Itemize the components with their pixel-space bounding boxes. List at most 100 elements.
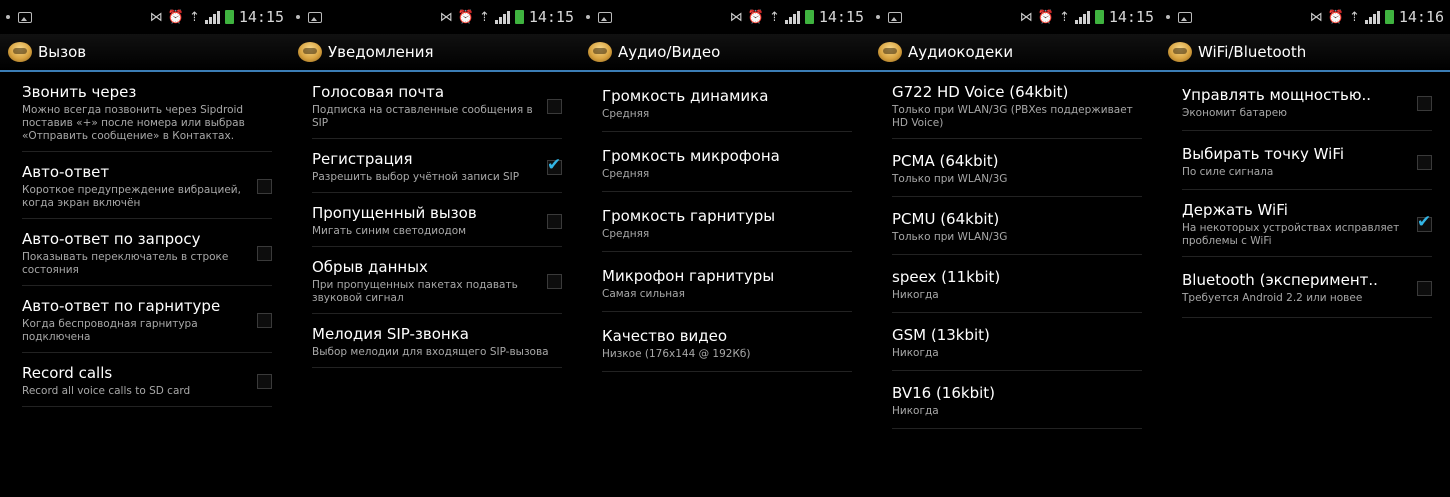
vibrate-icon: ⋈ — [1309, 9, 1323, 25]
wifi-icon: ⇡ — [188, 9, 200, 25]
pref-summary: Короткое предупреждение вибрацией, когда… — [22, 184, 241, 209]
codec-g722[interactable]: G722 HD Voice (64kbit) Только при WLAN/3G… — [892, 72, 1142, 139]
pref-summary: Только при WLAN/3G (PBXes поддерживает H… — [892, 104, 1133, 129]
pref-auto-answer[interactable]: Авто-ответ Короткое предупреждение вибрац… — [22, 152, 272, 219]
notification-dot-icon — [6, 15, 10, 19]
pref-headset-volume[interactable]: Громкость гарнитуры Средняя — [602, 192, 852, 252]
checkbox[interactable] — [257, 246, 272, 261]
wifi-icon: ⇡ — [1348, 9, 1360, 25]
title-bar: Аудио/Видео — [580, 34, 870, 72]
checkbox-checked[interactable] — [547, 155, 562, 175]
pref-title: Авто-ответ — [22, 163, 110, 181]
vibrate-icon: ⋈ — [1019, 9, 1033, 25]
status-bar: ⋈ ⏰ ⇡ 14:15 — [870, 0, 1160, 34]
pref-summary: Можно всегда позвонить через Sipdroid по… — [22, 104, 245, 142]
sipdroid-app-icon — [878, 42, 902, 62]
pref-missed-call[interactable]: Пропущенный вызов Мигать синим светодиодо… — [312, 193, 562, 247]
settings-list: Управлять мощностью.. Экономит батарею Вы… — [1160, 72, 1450, 318]
battery-icon — [224, 10, 234, 24]
sipdroid-app-icon — [1168, 42, 1192, 62]
battery-icon — [514, 10, 524, 24]
pref-summary: Средняя — [602, 168, 650, 180]
status-time: 14:15 — [818, 8, 864, 26]
pref-title: speex (11kbit) — [892, 268, 1001, 286]
checkbox[interactable] — [257, 313, 272, 328]
checkbox[interactable] — [547, 213, 562, 229]
pref-record-calls[interactable]: Record calls Record all voice calls to SD… — [22, 353, 272, 407]
checkbox[interactable] — [257, 373, 272, 389]
pref-sip-ringtone[interactable]: Мелодия SIP-звонка Выбор мелодии для вход… — [312, 314, 562, 368]
checkbox[interactable] — [1417, 154, 1432, 170]
pref-summary: Низкое (176x144 @ 192Кб) — [602, 348, 751, 360]
title-bar: WiFi/Bluetooth — [1160, 34, 1450, 72]
sipdroid-app-icon — [8, 42, 32, 62]
pref-summary: Мигать синим светодиодом — [312, 225, 467, 237]
pref-title: Регистрация — [312, 150, 413, 168]
checkbox[interactable] — [547, 274, 562, 289]
checkbox[interactable] — [1417, 95, 1432, 111]
pref-registration[interactable]: Регистрация Разрешить выбор учётной запис… — [312, 139, 562, 193]
status-time: 14:15 — [1108, 8, 1154, 26]
pref-title: Громкость микрофона — [602, 147, 780, 165]
pref-select-wifi[interactable]: Выбирать точку WiFi По силе сигнала — [1182, 131, 1432, 190]
status-time: 14:16 — [1398, 8, 1444, 26]
alarm-icon: ⏰ — [1037, 9, 1054, 25]
pref-title: Record calls — [22, 364, 113, 382]
vibrate-icon: ⋈ — [729, 9, 743, 25]
pref-keep-wifi[interactable]: Держать WiFi На некоторых устройствах исп… — [1182, 190, 1432, 257]
checkbox[interactable] — [547, 99, 562, 114]
codec-bv16[interactable]: BV16 (16kbit) Никогда — [892, 371, 1142, 429]
pref-data-loss[interactable]: Обрыв данных При пропущенных пакетах пода… — [312, 247, 562, 314]
pref-title: PCMU (64kbit) — [892, 210, 1000, 228]
title-bar: Уведомления — [290, 34, 580, 72]
codec-pcma[interactable]: PCMA (64kbit) Только при WLAN/3G — [892, 139, 1142, 197]
pref-auto-answer-on-demand[interactable]: Авто-ответ по запросу Показывать переключ… — [22, 219, 272, 286]
status-bar: ⋈ ⏰ ⇡ 14:15 — [290, 0, 580, 34]
checkbox[interactable] — [1417, 280, 1432, 296]
settings-list: Голосовая почта Подписка на оставленные с… — [290, 72, 580, 368]
pref-title: G722 HD Voice (64kbit) — [892, 83, 1069, 101]
pref-mic-volume[interactable]: Громкость микрофона Средняя — [602, 132, 852, 192]
vibrate-icon: ⋈ — [149, 9, 163, 25]
checkbox[interactable] — [257, 179, 272, 194]
status-bar: ⋈ ⏰ ⇡ 14:16 — [1160, 0, 1450, 34]
pref-video-quality[interactable]: Качество видео Низкое (176x144 @ 192Кб) — [602, 312, 852, 372]
alarm-icon: ⏰ — [1327, 9, 1344, 25]
alarm-icon: ⏰ — [457, 9, 474, 25]
pref-bluetooth[interactable]: Bluetooth (эксперимент.. Требуется Androi… — [1182, 257, 1432, 318]
page-title: WiFi/Bluetooth — [1198, 43, 1307, 61]
pref-title: Голосовая почта — [312, 83, 445, 101]
pref-title: Авто-ответ по запросу — [22, 230, 201, 248]
checkbox-checked[interactable] — [1417, 212, 1432, 232]
pref-title: Мелодия SIP-звонка — [312, 325, 469, 343]
page-title: Уведомления — [328, 43, 434, 61]
notification-dot-icon — [296, 15, 300, 19]
pref-summary: Разрешить выбор учётной записи SIP — [312, 171, 520, 183]
pref-summary: Выбор мелодии для входящего SIP-вызова — [312, 346, 549, 358]
pref-power-management[interactable]: Управлять мощностью.. Экономит батарею — [1182, 72, 1432, 131]
pref-title: PCMA (64kbit) — [892, 152, 999, 170]
pref-summary: Подписка на оставленные сообщения в SIP — [312, 104, 533, 129]
signal-icon — [1364, 10, 1380, 24]
status-bar: ⋈ ⏰ ⇡ 14:15 — [580, 0, 870, 34]
pref-summary: Никогда — [892, 347, 939, 359]
pref-title: Пропущенный вызов — [312, 204, 477, 222]
image-icon — [598, 11, 612, 23]
screen-call: ⋈ ⏰ ⇡ 14:15 Вызов Звонить через Можно все… — [0, 0, 290, 497]
pref-title: Обрыв данных — [312, 258, 428, 276]
title-bar: Вызов — [0, 34, 290, 72]
pref-headset-mic[interactable]: Микрофон гарнитуры Самая сильная — [602, 252, 852, 312]
pref-call-via[interactable]: Звонить через Можно всегда позвонить чере… — [22, 72, 272, 152]
pref-title: Выбирать точку WiFi — [1182, 145, 1345, 163]
codec-speex[interactable]: speex (11kbit) Никогда — [892, 255, 1142, 313]
pref-summary: Никогда — [892, 405, 939, 417]
pref-speaker-volume[interactable]: Громкость динамика Средняя — [602, 72, 852, 132]
codec-pcmu[interactable]: PCMU (64kbit) Только при WLAN/3G — [892, 197, 1142, 255]
status-time: 14:15 — [238, 8, 284, 26]
pref-title: BV16 (16kbit) — [892, 384, 995, 402]
codec-gsm[interactable]: GSM (13kbit) Никогда — [892, 313, 1142, 371]
status-time: 14:15 — [528, 8, 574, 26]
pref-voicemail[interactable]: Голосовая почта Подписка на оставленные с… — [312, 72, 562, 139]
pref-summary: Средняя — [602, 228, 650, 240]
pref-auto-answer-headset[interactable]: Авто-ответ по гарнитуре Когда беспроводна… — [22, 286, 272, 353]
